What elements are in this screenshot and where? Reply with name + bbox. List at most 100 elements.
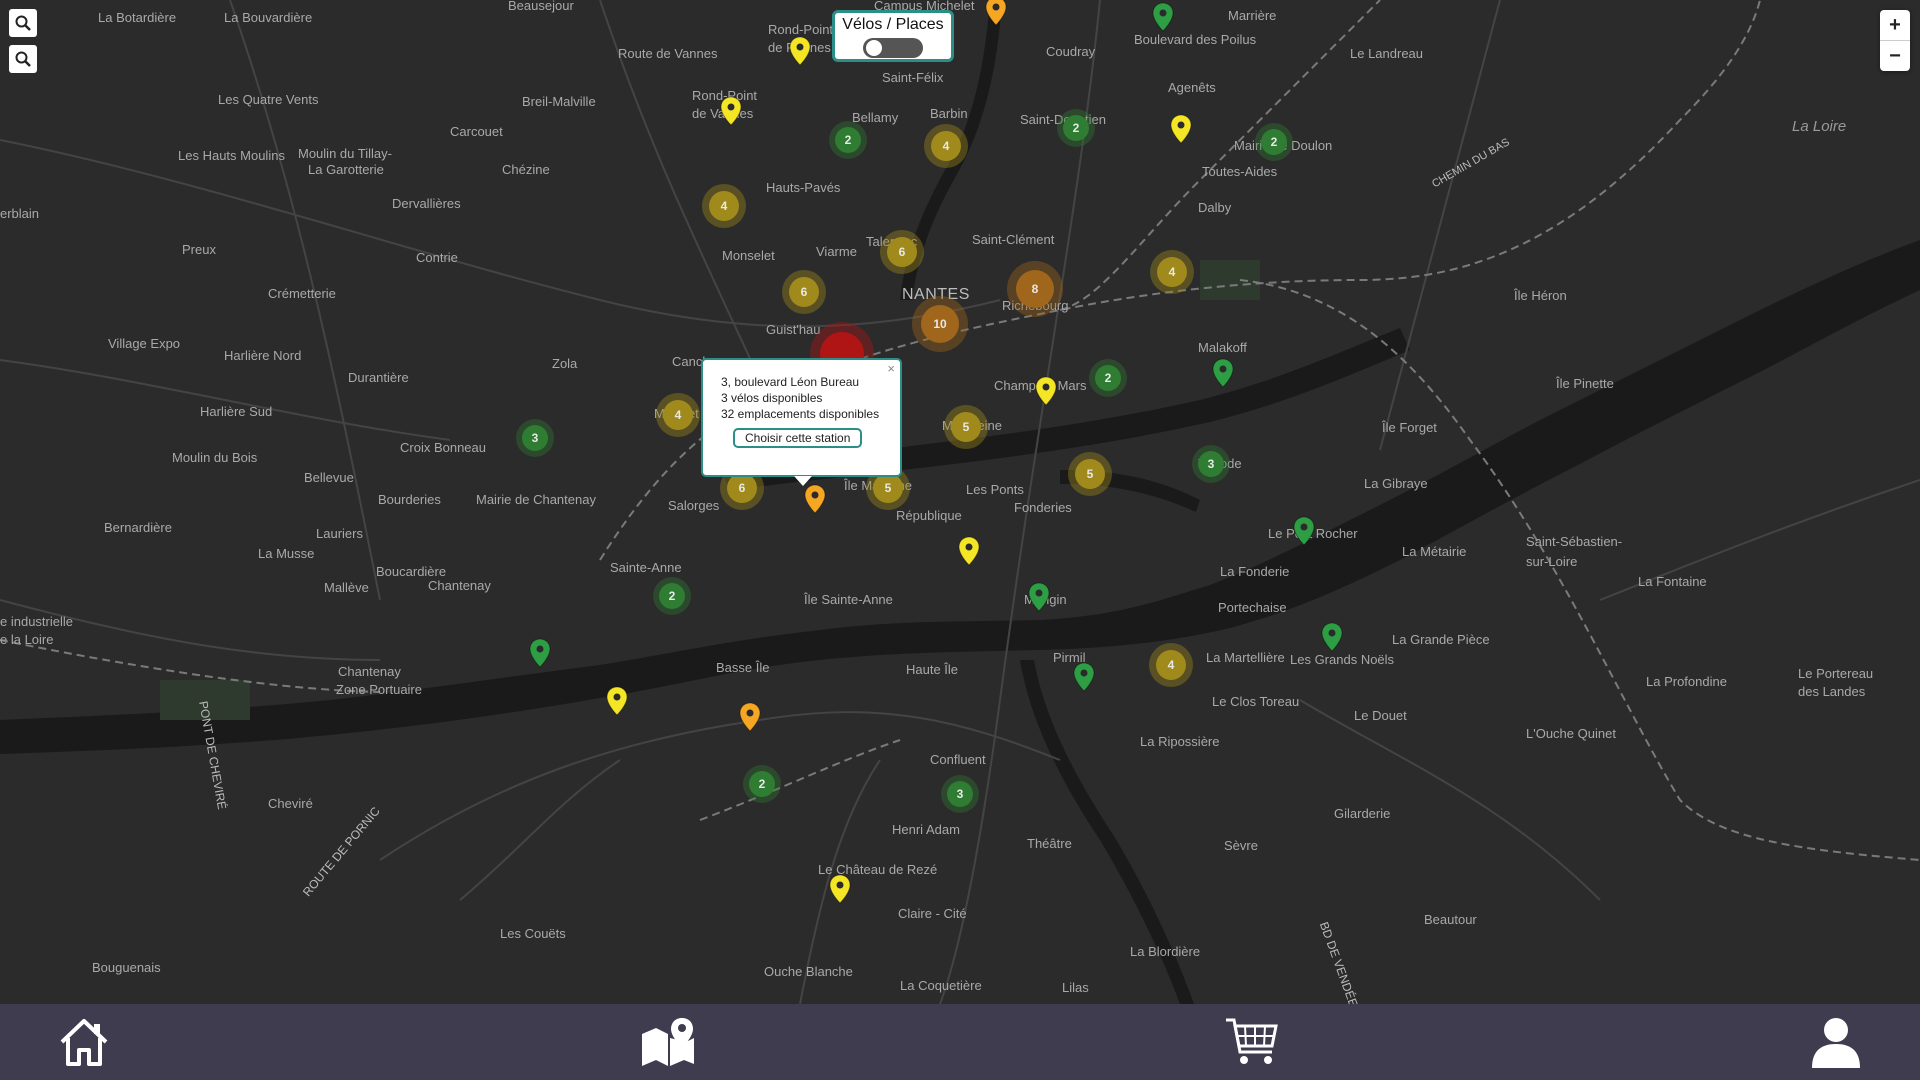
cart-nav-button[interactable] — [1224, 1016, 1280, 1068]
home-nav-button[interactable] — [56, 1016, 112, 1068]
station-cluster[interactable]: 6 — [789, 277, 819, 307]
place-label: La Botardière — [98, 10, 177, 25]
place-label: Ouche Blanche — [764, 964, 853, 979]
station-cluster[interactable]: 4 — [1157, 257, 1187, 287]
place-label: Bernardière — [104, 520, 172, 535]
station-pin[interactable] — [789, 36, 811, 66]
station-cluster[interactable]: 2 — [1095, 365, 1121, 391]
place-label: Moulin du Bois — [172, 450, 258, 465]
place-label: La Garotterie — [308, 162, 384, 177]
place-label: Dervallières — [392, 196, 461, 211]
station-popup: × 3, boulevard Léon Bureau 3 vélos dispo… — [701, 358, 902, 486]
cart-icon — [1226, 1018, 1278, 1064]
place-label: La Grande Pièce — [1392, 632, 1490, 647]
station-cluster[interactable]: 5 — [1075, 459, 1105, 489]
place-label: La Fonderie — [1220, 564, 1290, 579]
station-cluster[interactable]: 8 — [1016, 270, 1054, 308]
station-cluster[interactable]: 3 — [1198, 451, 1224, 477]
place-label: Le Clos Toreau — [1212, 694, 1300, 709]
zoom-in-button[interactable]: + — [1880, 10, 1910, 40]
search-icon — [15, 51, 31, 67]
station-pin[interactable] — [1212, 358, 1234, 388]
station-cluster[interactable]: 6 — [727, 473, 757, 503]
station-cluster[interactable]: 2 — [1063, 115, 1089, 141]
map-pin-icon — [1293, 516, 1315, 546]
map-pin-icon — [789, 36, 811, 66]
place-label: Chantenay — [338, 664, 401, 679]
station-cluster[interactable]: 3 — [947, 781, 973, 807]
place-label: Bourderies — [378, 492, 441, 507]
profile-nav-button[interactable] — [1808, 1016, 1864, 1068]
place-label: Les Grands Noëls — [1290, 652, 1395, 667]
station-pin[interactable] — [739, 702, 761, 732]
place-label: Bouguenais — [92, 960, 161, 975]
station-cluster[interactable]: 4 — [1156, 650, 1186, 680]
place-label: Route de Vannes — [618, 46, 718, 61]
place-label: Lauriers — [316, 526, 363, 541]
station-cluster[interactable]: 5 — [951, 412, 981, 442]
station-cluster[interactable]: 2 — [749, 771, 775, 797]
map-pin-icon — [1321, 622, 1343, 652]
user-icon — [1812, 1018, 1860, 1068]
station-cluster[interactable]: 4 — [931, 131, 961, 161]
station-pin[interactable] — [1321, 622, 1343, 652]
place-label: Durantière — [348, 370, 409, 385]
place-label: Crémetterie — [268, 286, 336, 301]
search-location-button[interactable] — [9, 45, 37, 73]
station-pin[interactable] — [804, 484, 826, 514]
place-label: Haute Île — [906, 662, 959, 677]
station-pin[interactable] — [985, 0, 1007, 26]
station-cluster[interactable]: 10 — [921, 305, 959, 343]
place-label: Malakoff — [1198, 340, 1247, 355]
place-label: L'Ouche Quinet — [1526, 726, 1616, 741]
place-label: Carcouet — [450, 124, 503, 139]
place-label: Contrie — [416, 250, 458, 265]
map-nav-button[interactable] — [640, 1016, 696, 1068]
station-pin[interactable] — [1073, 662, 1095, 692]
station-cluster[interactable]: 4 — [663, 400, 693, 430]
map-pin-icon — [985, 0, 1007, 26]
place-label: Lilas — [1062, 980, 1089, 995]
place-label: La Ripossière — [1140, 734, 1220, 749]
zoom-out-button[interactable]: − — [1880, 40, 1910, 71]
place-label: La Bouvardière — [224, 10, 313, 25]
station-cluster[interactable]: 2 — [1261, 129, 1287, 155]
map-pin-icon — [1170, 114, 1192, 144]
search-button[interactable] — [9, 9, 37, 37]
place-label: Claire - Cité — [898, 906, 967, 921]
station-cluster[interactable]: 2 — [659, 583, 685, 609]
close-icon[interactable]: × — [887, 361, 895, 377]
place-label: Théâtre — [1027, 836, 1072, 851]
station-pin[interactable] — [606, 686, 628, 716]
choose-station-button[interactable]: Choisir cette station — [733, 428, 863, 448]
place-label: Île Sainte-Anne — [804, 592, 893, 607]
map-pin-icon — [606, 686, 628, 716]
map[interactable]: La Botardière La Bouvardière Beausejour Cam… — [0, 0, 1920, 1004]
place-label: Boucardière — [376, 564, 447, 579]
station-pin[interactable] — [829, 874, 851, 904]
station-pin[interactable] — [958, 536, 980, 566]
station-cluster[interactable]: 4 — [709, 191, 739, 221]
bikes-places-switch[interactable] — [863, 38, 923, 58]
place-label: Beautour — [1424, 912, 1477, 927]
station-pin[interactable] — [720, 96, 742, 126]
map-pin-icon — [958, 536, 980, 566]
station-pin[interactable] — [1028, 582, 1050, 612]
station-pin[interactable] — [529, 638, 551, 668]
station-cluster[interactable]: 2 — [835, 127, 861, 153]
place-label: des Landes — [1798, 684, 1866, 699]
place-label: Toutes-Aides — [1202, 164, 1278, 179]
station-cluster[interactable]: 6 — [887, 237, 917, 267]
station-cluster[interactable]: 5 — [873, 473, 903, 503]
station-cluster[interactable]: 3 — [522, 425, 548, 451]
station-pin[interactable] — [1293, 516, 1315, 546]
station-pin[interactable] — [1170, 114, 1192, 144]
station-pin[interactable] — [1035, 376, 1057, 406]
place-label: Hauts-Pavés — [766, 180, 841, 195]
map-icon — [642, 1018, 694, 1066]
place-label: Boulevard des Poilus — [1134, 32, 1257, 47]
place-label: Sèvre — [1224, 838, 1258, 853]
map-pin-icon — [1212, 358, 1234, 388]
station-pin[interactable] — [1152, 2, 1174, 32]
place-label: Preux — [182, 242, 216, 257]
